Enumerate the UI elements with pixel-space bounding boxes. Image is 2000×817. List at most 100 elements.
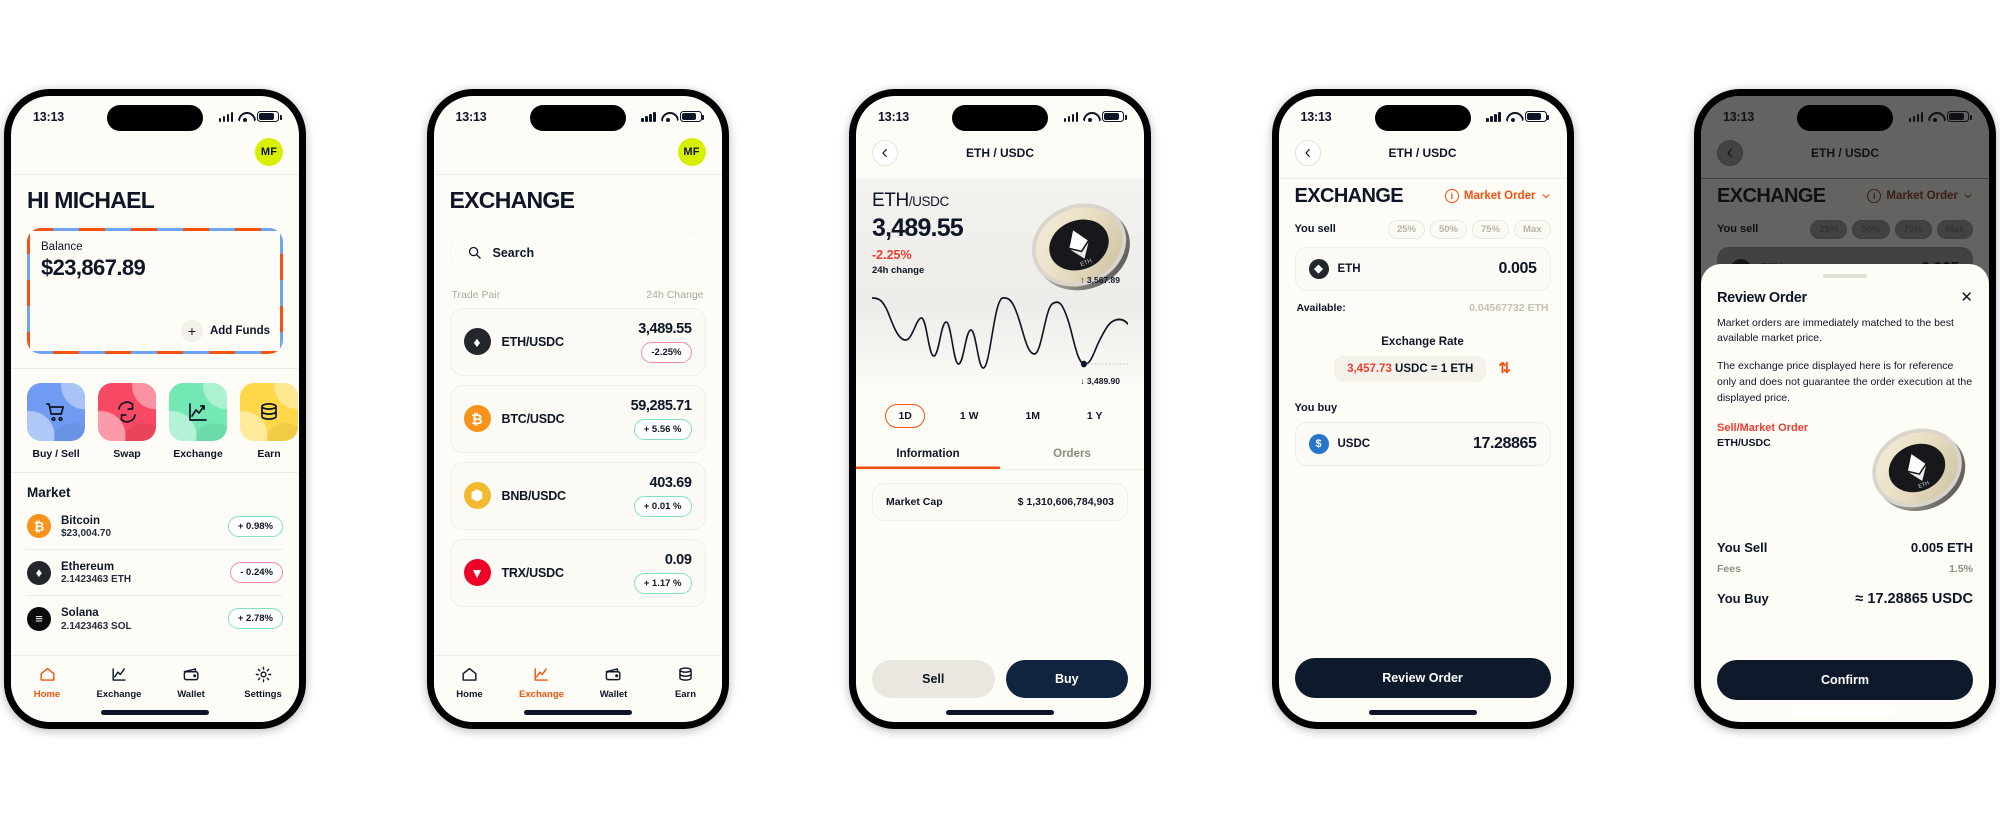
status-badge: + 2.78% <box>227 608 283 630</box>
quick-action-label: Swap <box>113 447 141 460</box>
coins-icon <box>679 666 692 681</box>
detail-body: ETH/USDC 3,489.55 -2.25% 24h change ETH … <box>856 177 1144 722</box>
list-column-headers: Trade Pair 24h Change <box>434 274 722 308</box>
wifi-icon <box>1083 111 1097 122</box>
back-button[interactable] <box>1294 139 1321 166</box>
dynamic-island <box>107 104 203 131</box>
quick-action-buy-sell[interactable]: Buy / Sell <box>27 382 85 460</box>
quick-action-exchange[interactable]: Exchange <box>169 382 227 460</box>
pair-row-trx[interactable]: ▼ TRX/USDC 0.09 + 1.17 % <box>449 538 706 607</box>
range-1m[interactable]: 1M <box>1013 405 1052 427</box>
exchange-rate-value: 3,457.73 USDC = 1 ETH <box>1334 355 1487 382</box>
buy-amount-field[interactable]: $ USDC 17.28865 <box>1294 421 1551 466</box>
buy-button[interactable]: Buy <box>1005 659 1128 698</box>
close-icon[interactable]: ✕ <box>1960 290 1973 305</box>
dynamic-island <box>952 104 1048 131</box>
ethereum-icon: ◆ <box>1308 258 1329 279</box>
status-icons <box>1486 111 1549 122</box>
available-label: Available: <box>1296 301 1346 314</box>
pair-price: 403.69 <box>649 474 692 491</box>
pair-name: ETH/USDC <box>501 334 564 349</box>
order-type-selector[interactable]: i Market Order <box>1444 189 1551 203</box>
confirm-button[interactable]: Confirm <box>1717 659 1973 700</box>
market-row-solana[interactable]: ≡ Solana 2.1423463 SOL + 2.78% <box>11 596 299 641</box>
tab-label: Home <box>456 688 483 700</box>
range-1d[interactable]: 1D <box>885 403 925 428</box>
market-sub: 2.1423463 SOL <box>61 620 132 632</box>
nav-bar: ETH / USDC <box>1279 138 1567 178</box>
solana-icon: ≡ <box>27 606 51 631</box>
tab-exchange[interactable]: Exchange <box>506 665 578 700</box>
screen-pair-detail: 13:13 ETH / USDC ETH/USDC 3,489.55 -2.25… <box>856 95 1144 722</box>
fees-summary: Fees 1.5% <box>1717 563 1973 575</box>
market-name: Ethereum <box>61 560 115 573</box>
avatar[interactable]: MF <box>677 137 706 166</box>
chevron-left-icon <box>1304 148 1310 157</box>
sell-button[interactable]: Sell <box>872 659 995 698</box>
tab-information[interactable]: Information <box>856 438 1000 469</box>
pair-quote: /USDC <box>908 193 949 209</box>
pair-row-eth[interactable]: ♦ ETH/USDC 3,489.55 -2.25% <box>449 307 706 376</box>
sheet-grabber[interactable] <box>1823 273 1867 278</box>
pair-name: BNB/USDC <box>501 488 567 503</box>
nav-title: ETH / USDC <box>965 145 1034 160</box>
info-row-market-cap: Market Cap $ 1,310,606,784,903 <box>872 482 1128 521</box>
review-order-button[interactable]: Review Order <box>1294 657 1551 698</box>
you-buy-label: You Buy <box>1717 591 1769 607</box>
tab-wallet[interactable]: Wallet <box>578 665 650 700</box>
back-button[interactable] <box>872 139 898 166</box>
market-section-title: Market <box>27 484 71 500</box>
market-row-bitcoin[interactable]: ₿ Bitcoin $23,004.70 + 0.98% <box>11 504 299 549</box>
range-1y[interactable]: 1 Y <box>1075 405 1115 427</box>
coins-icon <box>240 382 298 441</box>
balance-card[interactable]: Balance $23,867.89 + Add Funds <box>27 227 283 354</box>
cellular-icon <box>1486 111 1501 122</box>
add-funds-button[interactable]: + Add Funds <box>180 319 270 342</box>
buy-symbol: USDC <box>1337 437 1371 450</box>
gear-icon <box>255 666 271 682</box>
buy-amount: 17.28865 <box>1472 434 1537 452</box>
tab-exchange[interactable]: Exchange <box>83 665 155 700</box>
sheet-paragraph-2: The exchange price displayed here is for… <box>1717 360 1973 404</box>
ethereum-icon: ♦ <box>27 560 51 585</box>
sell-amount-field[interactable]: ◆ ETH 0.005 <box>1294 246 1551 291</box>
percent-75[interactable]: 75% <box>1472 219 1510 239</box>
battery-icon <box>679 111 704 122</box>
tab-label: Earn <box>674 688 697 700</box>
balance-value: $23,867.89 <box>41 254 146 280</box>
search-icon <box>468 246 481 259</box>
status-time: 13:13 <box>33 109 64 124</box>
wallet-icon <box>183 667 199 680</box>
tab-label: Home <box>33 688 61 700</box>
pair-row-bnb[interactable]: ⬢ BNB/USDC 403.69 + 0.01 % <box>449 461 706 530</box>
fees-value: 1.5% <box>1949 563 1973 576</box>
quick-action-swap[interactable]: Swap <box>98 382 156 460</box>
range-1w[interactable]: 1 W <box>948 405 991 427</box>
price-hero: ETH/USDC 3,489.55 -2.25% 24h change ETH … <box>856 177 1144 396</box>
tab-earn[interactable]: Earn <box>650 665 722 700</box>
tab-home[interactable]: Home <box>11 665 83 700</box>
tab-label: Settings <box>244 688 282 700</box>
market-row-ethereum[interactable]: ♦ Ethereum 2.1423463 ETH - 0.24% <box>11 550 299 595</box>
tab-settings[interactable]: Settings <box>227 665 299 700</box>
avatar[interactable]: MF <box>255 137 283 166</box>
phone-3-pair-detail: 13:13 ETH / USDC ETH/USDC 3,489.55 -2.25… <box>849 88 1151 729</box>
tab-home[interactable]: Home <box>434 665 506 700</box>
pair-row-btc[interactable]: ₿ BTC/USDC 59,285.71 + 5.56 % <box>449 384 706 453</box>
percent-25[interactable]: 25% <box>1387 219 1425 239</box>
tab-wallet[interactable]: Wallet <box>155 665 227 700</box>
swap-vertical-icon[interactable]: ⇅ <box>1498 361 1511 376</box>
tab-label: Wallet <box>177 688 205 700</box>
tab-orders[interactable]: Orders <box>1000 438 1144 469</box>
percent-50[interactable]: 50% <box>1429 219 1467 239</box>
percent-buttons: 25% 50% 75% Max <box>1387 219 1551 239</box>
status-badge: + 1.17 % <box>633 572 692 594</box>
percent-max[interactable]: Max <box>1514 219 1551 239</box>
you-sell-row: You sell 25% 50% 75% Max <box>1279 219 1567 247</box>
dynamic-island <box>1374 104 1471 131</box>
tab-label: Exchange <box>519 688 564 700</box>
info-key: Market Cap <box>886 495 943 508</box>
search-input[interactable]: Search <box>449 231 706 274</box>
quick-action-earn[interactable]: Earn <box>240 382 298 460</box>
home-icon <box>462 667 477 681</box>
